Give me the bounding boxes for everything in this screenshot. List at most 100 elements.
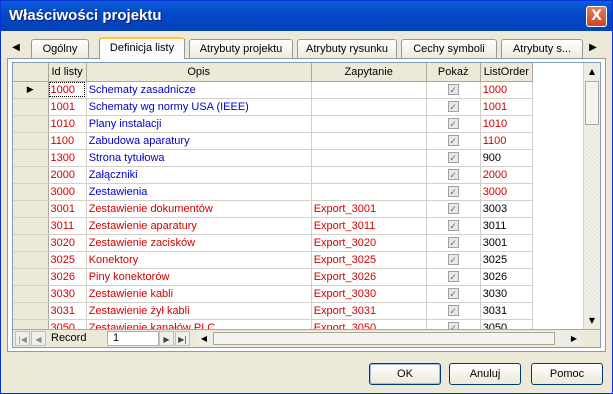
row-selector[interactable] <box>13 217 49 235</box>
cell-opis[interactable]: Zestawienie żył kabli <box>86 302 312 320</box>
cell-id[interactable]: 3011 <box>48 217 87 235</box>
pokaz-checkbox[interactable]: ✓ <box>447 304 459 316</box>
cell-zapytanie[interactable]: Export_3025 <box>311 251 427 269</box>
cell-opis[interactable]: Piny konektorów <box>86 268 312 286</box>
cell-id[interactable]: 1000 <box>48 81 87 99</box>
table-row[interactable]: 2000 Załączniki ✓ 2000 <box>13 166 533 184</box>
row-selector[interactable] <box>13 268 49 286</box>
tab-atrybuty-rysunku[interactable]: Atrybuty rysunku <box>297 39 397 59</box>
tab-atrybuty-projektu[interactable]: Atrybuty projektu <box>189 39 293 59</box>
cell-opis[interactable]: Schematy zasadnicze <box>86 81 312 99</box>
cell-listorder[interactable]: 900 <box>480 149 533 167</box>
table-row[interactable]: 3020 Zestawienie zacisków Export_3020 ✓ 3001 <box>13 234 533 252</box>
cell-zapytanie[interactable]: Export_3001 <box>311 200 427 218</box>
cell-id[interactable]: 3000 <box>48 183 87 201</box>
next-record-icon[interactable]: ▶ <box>159 331 174 346</box>
scroll-left-icon[interactable]: ◀ <box>197 331 211 346</box>
pokaz-checkbox[interactable]: ✓ <box>447 134 459 146</box>
cell-listorder[interactable]: 1100 <box>480 132 533 150</box>
row-selector[interactable] <box>13 302 49 320</box>
cell-listorder[interactable]: 3026 <box>480 268 533 286</box>
cell-id[interactable]: 1010 <box>48 115 87 133</box>
vertical-scrollbar[interactable]: ▲ ▼ <box>583 63 600 329</box>
table-row[interactable]: 3030 Zestawienie kabli Export_3030 ✓ 3030 <box>13 285 533 303</box>
table-row[interactable]: 3000 Zestawienia ✓ 3000 <box>13 183 533 201</box>
scroll-up-icon[interactable]: ▲ <box>584 63 600 80</box>
cell-zapytanie[interactable] <box>311 183 427 201</box>
cell-pokaz[interactable]: ✓ <box>426 149 481 167</box>
row-selector[interactable] <box>13 115 49 133</box>
cell-pokaz[interactable]: ✓ <box>426 251 481 269</box>
cell-opis[interactable]: Zestawienie zacisków <box>86 234 312 252</box>
cell-listorder[interactable]: 2000 <box>480 166 533 184</box>
cell-pokaz[interactable]: ✓ <box>426 234 481 252</box>
cell-zapytanie[interactable] <box>311 132 427 150</box>
tab-atrybuty-s[interactable]: Atrybuty s... <box>501 39 583 59</box>
row-selector[interactable] <box>13 166 49 184</box>
cell-id[interactable]: 3001 <box>48 200 87 218</box>
cell-zapytanie[interactable] <box>311 81 427 99</box>
row-selector[interactable] <box>13 132 49 150</box>
table-row[interactable]: 3031 Zestawienie żył kabli Export_3031 ✓ 303… <box>13 302 533 320</box>
last-record-icon[interactable]: ▶| <box>175 331 190 346</box>
cell-opis[interactable]: Zestawienia <box>86 183 312 201</box>
cell-zapytanie[interactable]: Export_3020 <box>311 234 427 252</box>
column-header-zapytanie[interactable]: Zapytanie <box>311 63 427 82</box>
vertical-scroll-thumb[interactable] <box>585 81 599 125</box>
cell-opis[interactable]: Zestawienie aparatury <box>86 217 312 235</box>
cell-id[interactable]: 3031 <box>48 302 87 320</box>
cell-listorder[interactable]: 1001 <box>480 98 533 116</box>
cell-id[interactable]: 3030 <box>48 285 87 303</box>
cell-pokaz[interactable]: ✓ <box>426 115 481 133</box>
row-selector[interactable] <box>13 251 49 269</box>
row-selector[interactable] <box>13 285 49 303</box>
tab-scroll-left-icon[interactable]: ◀ <box>9 41 23 55</box>
pokaz-checkbox[interactable]: ✓ <box>447 236 459 248</box>
cell-listorder[interactable]: 1000 <box>480 81 533 99</box>
cell-listorder[interactable]: 1010 <box>480 115 533 133</box>
row-selector[interactable] <box>13 183 49 201</box>
table-row[interactable]: 3011 Zestawienie aparatury Export_3011 ✓ 301… <box>13 217 533 235</box>
pokaz-checkbox[interactable]: ✓ <box>447 117 459 129</box>
column-header-id[interactable]: Id listy <box>48 63 87 82</box>
cell-id[interactable]: 3020 <box>48 234 87 252</box>
tab-cechy-symboli[interactable]: Cechy symboli <box>401 39 497 59</box>
cell-zapytanie[interactable] <box>311 115 427 133</box>
row-selector[interactable] <box>13 98 49 116</box>
row-selector[interactable] <box>13 234 49 252</box>
cell-opis[interactable]: Zestawienie kabli <box>86 285 312 303</box>
cell-zapytanie[interactable]: Export_3026 <box>311 268 427 286</box>
cell-pokaz[interactable]: ✓ <box>426 200 481 218</box>
cell-zapytanie[interactable] <box>311 166 427 184</box>
column-header-listorder[interactable]: ListOrder <box>480 63 533 82</box>
pokaz-checkbox[interactable]: ✓ <box>447 100 459 112</box>
pokaz-checkbox[interactable]: ✓ <box>447 253 459 265</box>
horizontal-scrollbar[interactable]: ◀ ▶ <box>197 331 581 346</box>
tab-definicja-listy[interactable]: Definicja listy <box>99 37 185 59</box>
cell-pokaz[interactable]: ✓ <box>426 81 481 99</box>
tab-ogolny[interactable]: Ogólny <box>31 39 89 59</box>
record-number-input[interactable]: 1 <box>107 331 159 346</box>
cell-opis[interactable]: Konektory <box>86 251 312 269</box>
cell-id[interactable]: 2000 <box>48 166 87 184</box>
cell-zapytanie[interactable] <box>311 149 427 167</box>
row-selector[interactable] <box>13 149 49 167</box>
pokaz-checkbox[interactable]: ✓ <box>447 202 459 214</box>
cell-id[interactable]: 1001 <box>48 98 87 116</box>
cell-pokaz[interactable]: ✓ <box>426 217 481 235</box>
tab-scroll-right-icon[interactable]: ▶ <box>586 41 600 55</box>
scroll-down-icon[interactable]: ▼ <box>584 312 600 329</box>
column-header-pokaz[interactable]: Pokaż <box>426 63 481 82</box>
close-button[interactable]: X <box>586 6 607 27</box>
cell-listorder[interactable]: 3000 <box>480 183 533 201</box>
row-selector[interactable]: ▶ <box>13 81 49 99</box>
pokaz-checkbox[interactable]: ✓ <box>447 185 459 197</box>
cell-pokaz[interactable]: ✓ <box>426 132 481 150</box>
pokaz-checkbox[interactable]: ✓ <box>447 168 459 180</box>
cell-listorder[interactable]: 3030 <box>480 285 533 303</box>
cell-zapytanie[interactable] <box>311 98 427 116</box>
help-button[interactable]: Pomoc <box>531 363 603 385</box>
cell-id[interactable]: 1300 <box>48 149 87 167</box>
cell-opis[interactable]: Załączniki <box>86 166 312 184</box>
cell-pokaz[interactable]: ✓ <box>426 302 481 320</box>
